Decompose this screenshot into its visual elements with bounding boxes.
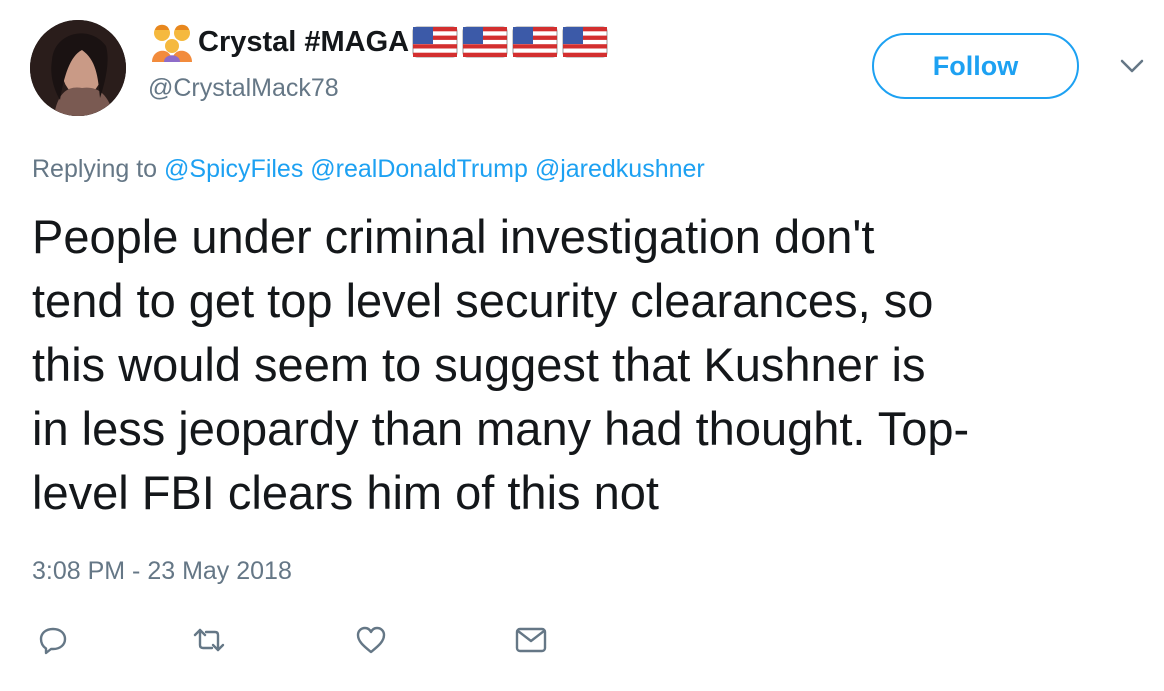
tweet-text: People under criminal investigation don'… <box>32 205 1142 525</box>
flag-emoji-group <box>412 26 612 58</box>
tweet-text-line: tend to get top level security clearance… <box>32 274 934 327</box>
reply-button[interactable] <box>33 620 73 660</box>
reply-context: Replying to @SpicyFiles @realDonaldTrump… <box>32 155 705 184</box>
tweet-text-line: this would seem to suggest that Kushner … <box>32 338 926 391</box>
like-icon <box>356 626 386 654</box>
mention-link[interactable]: @jaredkushner <box>535 155 705 183</box>
avatar[interactable] <box>30 20 126 116</box>
author-handle[interactable]: @CrystalMack78 <box>148 74 339 103</box>
tweet-text-line: level FBI clears him of this not <box>32 466 659 519</box>
us-flag-icon <box>512 26 558 58</box>
us-flag-icon <box>462 26 508 58</box>
us-flag-icon <box>412 26 458 58</box>
reply-context-prefix: Replying to <box>32 155 158 183</box>
follow-button[interactable]: Follow <box>872 33 1079 99</box>
display-name: Crystal #MAGA <box>198 25 410 58</box>
tweet-text-line: in less jeopardy than many had thought. … <box>32 402 970 455</box>
retweet-button[interactable] <box>189 620 229 660</box>
like-button[interactable] <box>351 620 391 660</box>
retweet-icon <box>193 628 225 652</box>
chevron-down-icon[interactable] <box>1118 56 1146 76</box>
direct-message-button[interactable] <box>511 620 551 660</box>
direct-message-icon <box>515 627 547 653</box>
mention-link[interactable]: @SpicyFiles <box>164 155 303 183</box>
tweet-card: Crystal #MAGA @CrystalMack78 Follow Repl… <box>0 0 1164 691</box>
family-emoji-icon <box>148 22 196 62</box>
reply-icon <box>39 627 67 655</box>
mention-link[interactable]: @realDonaldTrump <box>310 155 528 183</box>
tweet-timestamp[interactable]: 3:08 PM - 23 May 2018 <box>32 557 292 586</box>
us-flag-icon <box>562 26 608 58</box>
author-name-row[interactable]: Crystal #MAGA <box>148 18 612 66</box>
tweet-text-line: People under criminal investigation don'… <box>32 210 875 263</box>
